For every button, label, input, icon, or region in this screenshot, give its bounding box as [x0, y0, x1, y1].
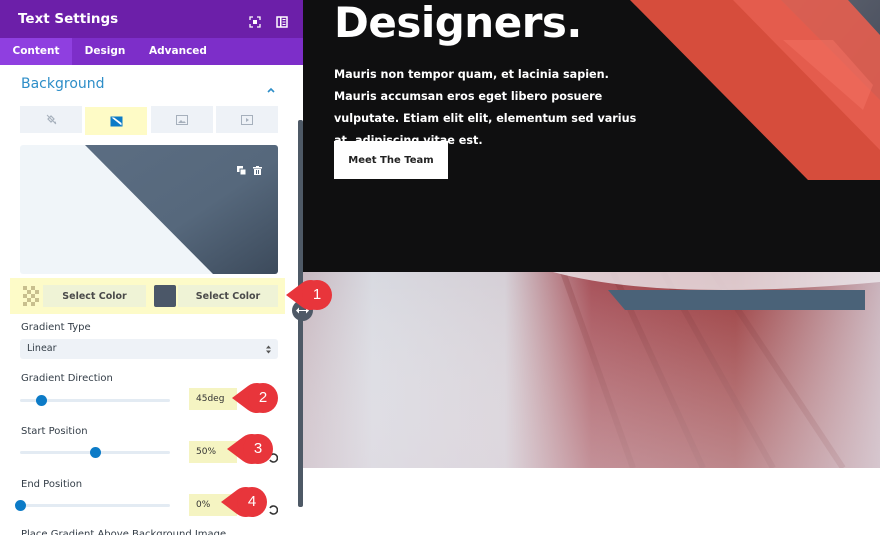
select-color-button-1[interactable]: Select Color: [43, 285, 146, 307]
transparent-swatch[interactable]: [20, 285, 42, 307]
callout-number: 2: [258, 389, 268, 406]
tab-advanced[interactable]: Advanced: [142, 38, 214, 65]
gradient-direction-label: Gradient Direction: [21, 373, 113, 384]
meet-the-team-button[interactable]: Meet The Team: [334, 141, 448, 179]
gradient-icon: [110, 112, 123, 131]
hero-section: Designers. Mauris non tempor quam, et la…: [303, 0, 880, 272]
gradient-direction-slider[interactable]: [20, 395, 170, 406]
select-arrows-icon: [266, 345, 271, 354]
split-view-icon[interactable]: [276, 13, 288, 28]
slider-knob[interactable]: [15, 500, 26, 511]
gradient-direction-input[interactable]: 45deg: [189, 388, 237, 410]
panel-tabs: Content Design Advanced: [0, 38, 303, 65]
callout-badge-3: 3: [227, 434, 273, 464]
bg-type-color[interactable]: [20, 106, 82, 133]
bg-type-video[interactable]: [216, 106, 278, 133]
hero-text: Mauris non tempor quam, et lacinia sapie…: [334, 68, 637, 147]
start-position-label: Start Position: [21, 426, 88, 437]
callout-badge-4: 4: [221, 487, 267, 517]
panel-title: Text Settings: [18, 11, 119, 27]
panel-header: Text Settings: [0, 0, 303, 38]
trash-icon[interactable]: [253, 160, 262, 179]
gradient-bar-shape: [608, 290, 865, 310]
end-position-slider[interactable]: [15, 500, 170, 511]
image-icon: [176, 110, 188, 129]
gradient-type-value: Linear: [27, 343, 57, 354]
preview-tools: [237, 160, 262, 179]
duplicate-icon[interactable]: [237, 160, 247, 179]
floor-background-image: [303, 272, 880, 468]
floor-image-section: [303, 272, 880, 468]
place-gradient-label: Place Gradient Above Background Image: [21, 529, 227, 535]
tab-content[interactable]: Content: [0, 38, 72, 65]
select-color-button-2[interactable]: Select Color: [178, 285, 278, 307]
reset-icon[interactable]: [268, 500, 279, 515]
bg-type-image[interactable]: [151, 106, 213, 133]
tab-design[interactable]: Design: [76, 38, 134, 65]
gradient-type-select[interactable]: Linear: [20, 339, 278, 359]
video-icon: [241, 110, 253, 129]
slider-knob[interactable]: [90, 447, 101, 458]
hero-title: Designers.: [334, 0, 582, 47]
background-type-tabs: [20, 106, 278, 135]
callout-number: 4: [247, 493, 257, 510]
gradient-color-row: Select Color Select Color: [10, 278, 285, 314]
callout-number: 3: [253, 440, 263, 457]
chevron-up-icon[interactable]: [266, 80, 276, 93]
slider-knob[interactable]: [36, 395, 47, 406]
gradient-preview: [20, 145, 278, 274]
gradient-type-label: Gradient Type: [21, 322, 91, 333]
end-position-label: End Position: [21, 479, 83, 490]
dark-color-swatch[interactable]: [154, 285, 176, 307]
section-title-background[interactable]: Background: [21, 76, 105, 92]
start-position-slider[interactable]: [20, 447, 170, 458]
expand-icon[interactable]: [249, 13, 261, 28]
page-preview: Designers. Mauris non tempor quam, et la…: [303, 0, 880, 535]
bg-type-gradient[interactable]: [85, 107, 147, 135]
callout-badge-1: 1: [286, 280, 332, 310]
paint-bucket-icon: [46, 110, 57, 129]
callout-number: 1: [312, 286, 322, 303]
callout-badge-2: 2: [232, 383, 278, 413]
